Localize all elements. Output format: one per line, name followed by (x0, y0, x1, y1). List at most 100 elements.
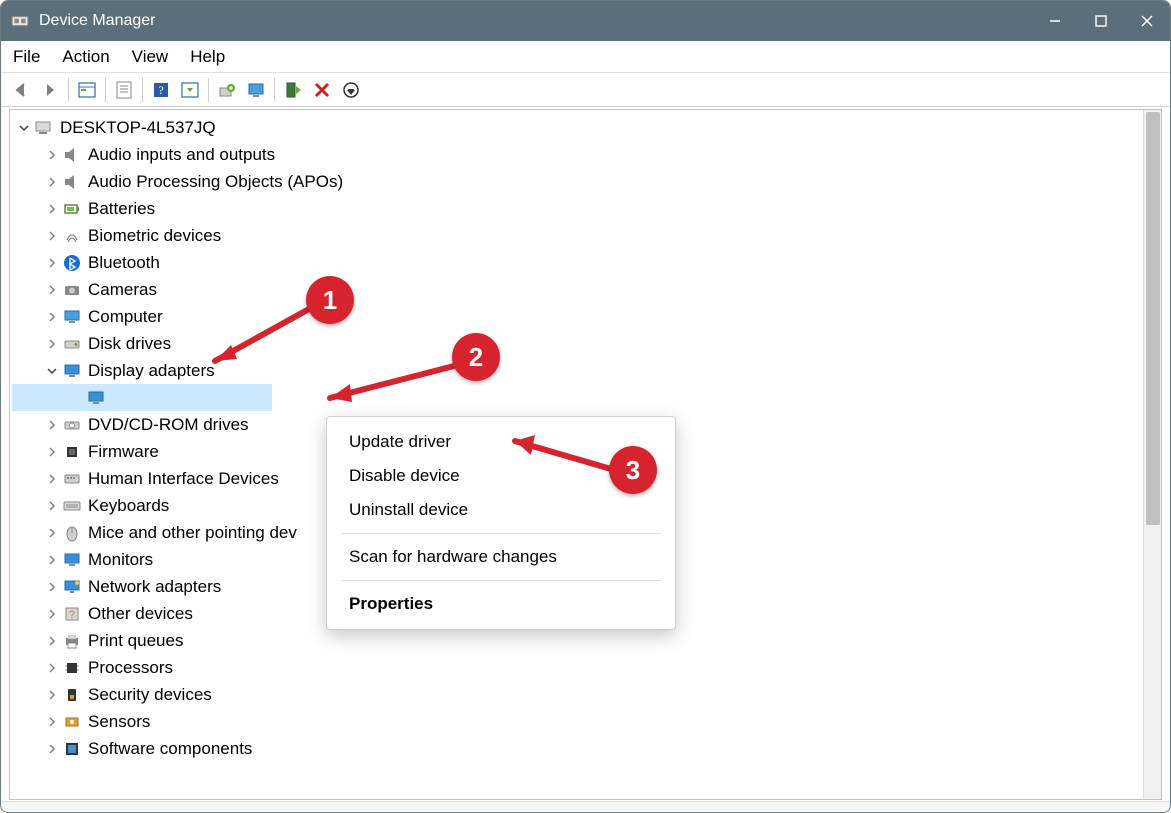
chevron-right-icon[interactable] (44, 201, 60, 217)
show-hide-tree-button[interactable] (73, 76, 101, 104)
tree-node-label: Sensors (88, 708, 150, 735)
chevron-right-icon[interactable] (44, 498, 60, 514)
tree-node[interactable]: Biometric devices (12, 222, 1137, 249)
tree-node-label: Firmware (88, 438, 159, 465)
chevron-right-icon[interactable] (44, 471, 60, 487)
tree-node[interactable]: Security devices (12, 681, 1137, 708)
tree-node-label: DVD/CD-ROM drives (88, 411, 249, 438)
annotation-arrow-2 (306, 356, 466, 416)
tree-node-label: Disk drives (88, 330, 171, 357)
scrollbar-thumb[interactable] (1146, 112, 1160, 525)
menu-action[interactable]: Action (62, 47, 109, 67)
tree-node-label: Monitors (88, 546, 153, 573)
tree-node-label: Batteries (88, 195, 155, 222)
mouse-icon (62, 523, 82, 543)
tree-node[interactable]: Processors (12, 654, 1137, 681)
security-icon (62, 685, 82, 705)
properties-button[interactable] (110, 76, 138, 104)
ctx-uninstall-device[interactable]: Uninstall device (327, 493, 675, 527)
chevron-right-icon[interactable] (44, 525, 60, 541)
speaker-icon (62, 145, 82, 165)
tree-node[interactable]: Computer (12, 303, 1137, 330)
chevron-right-icon[interactable] (44, 741, 60, 757)
tree-node[interactable]: Disk drives (12, 330, 1137, 357)
action-toolbar-button[interactable] (176, 76, 204, 104)
chevron-right-icon[interactable] (44, 633, 60, 649)
tree-node[interactable]: Cameras (12, 276, 1137, 303)
annotation-badge-2: 2 (452, 333, 500, 381)
chevron-right-icon[interactable] (44, 228, 60, 244)
tree-node-label: Bluetooth (88, 249, 160, 276)
enable-device-toolbar-button[interactable] (279, 76, 307, 104)
chevron-right-icon[interactable] (44, 309, 60, 325)
chevron-down-icon[interactable] (16, 120, 32, 136)
menu-help[interactable]: Help (190, 47, 225, 67)
menu-view[interactable]: View (132, 47, 169, 67)
window: Device Manager File Action View Help ? (0, 0, 1171, 813)
tree-node-label: Software components (88, 735, 252, 762)
annotation-arrow-1 (191, 299, 321, 379)
chevron-right-icon[interactable] (44, 579, 60, 595)
chevron-right-icon[interactable] (44, 147, 60, 163)
annotation-arrow-3 (491, 431, 621, 481)
chevron-right-icon[interactable] (44, 174, 60, 190)
tree-node[interactable]: Display adapters (12, 357, 1137, 384)
help-button[interactable]: ? (147, 76, 175, 104)
tree-node[interactable]: Sensors (12, 708, 1137, 735)
tree-node-label: Computer (88, 303, 163, 330)
tree-node-label: Keyboards (88, 492, 169, 519)
ctx-scan-hardware[interactable]: Scan for hardware changes (327, 540, 675, 574)
devmgr-icon (11, 12, 29, 30)
bluetooth-icon (62, 253, 82, 273)
fingerprint-icon (62, 226, 82, 246)
chevron-down-icon[interactable] (44, 363, 60, 379)
chevron-right-icon[interactable] (44, 255, 60, 271)
tree-node[interactable]: Batteries (12, 195, 1137, 222)
svg-text:?: ? (69, 609, 75, 621)
sensor-icon (62, 712, 82, 732)
chevron-right-icon[interactable] (44, 417, 60, 433)
forward-button[interactable] (36, 76, 64, 104)
maximize-button[interactable] (1078, 1, 1124, 41)
close-button[interactable] (1124, 1, 1170, 41)
tree-node[interactable]: Bluetooth (12, 249, 1137, 276)
chevron-right-icon[interactable] (44, 282, 60, 298)
disk-icon (62, 334, 82, 354)
chevron-right-icon[interactable] (44, 336, 60, 352)
tree-root[interactable]: DESKTOP-4L537JQ (12, 114, 1137, 141)
menu-file[interactable]: File (13, 47, 40, 67)
keyboard-icon (62, 496, 82, 516)
status-bar (2, 801, 1169, 811)
uninstall-device-toolbar-button[interactable] (308, 76, 336, 104)
chevron-right-icon[interactable] (44, 714, 60, 730)
cpu-icon (62, 658, 82, 678)
ctx-separator (341, 580, 661, 581)
tree-node[interactable]: Print queues (12, 627, 1137, 654)
ctx-properties[interactable]: Properties (327, 587, 675, 621)
update-driver-toolbar-button[interactable] (213, 76, 241, 104)
tree-node[interactable]: Audio Processing Objects (APOs) (12, 168, 1137, 195)
back-button[interactable] (7, 76, 35, 104)
tree-leaf[interactable] (12, 384, 272, 411)
disable-device-toolbar-button[interactable] (337, 76, 365, 104)
tree-node-label: Security devices (88, 681, 212, 708)
tree-node-label: Processors (88, 654, 173, 681)
ctx-separator (341, 533, 661, 534)
scan-hardware-toolbar-button[interactable] (242, 76, 270, 104)
tree-node[interactable]: Software components (12, 735, 1137, 762)
chevron-right-icon[interactable] (44, 660, 60, 676)
disc-icon (62, 415, 82, 435)
annotation-badge-1: 1 (306, 276, 354, 324)
battery-icon (62, 199, 82, 219)
chevron-right-icon[interactable] (44, 606, 60, 622)
vertical-scrollbar[interactable] (1143, 110, 1161, 799)
minimize-button[interactable] (1032, 1, 1078, 41)
chevron-right-icon[interactable] (44, 444, 60, 460)
display-icon (62, 361, 82, 381)
computer-icon (62, 307, 82, 327)
display-icon (62, 550, 82, 570)
chevron-right-icon[interactable] (44, 552, 60, 568)
tree-node[interactable]: Audio inputs and outputs (12, 141, 1137, 168)
chevron-right-icon[interactable] (44, 687, 60, 703)
network-icon (62, 577, 82, 597)
